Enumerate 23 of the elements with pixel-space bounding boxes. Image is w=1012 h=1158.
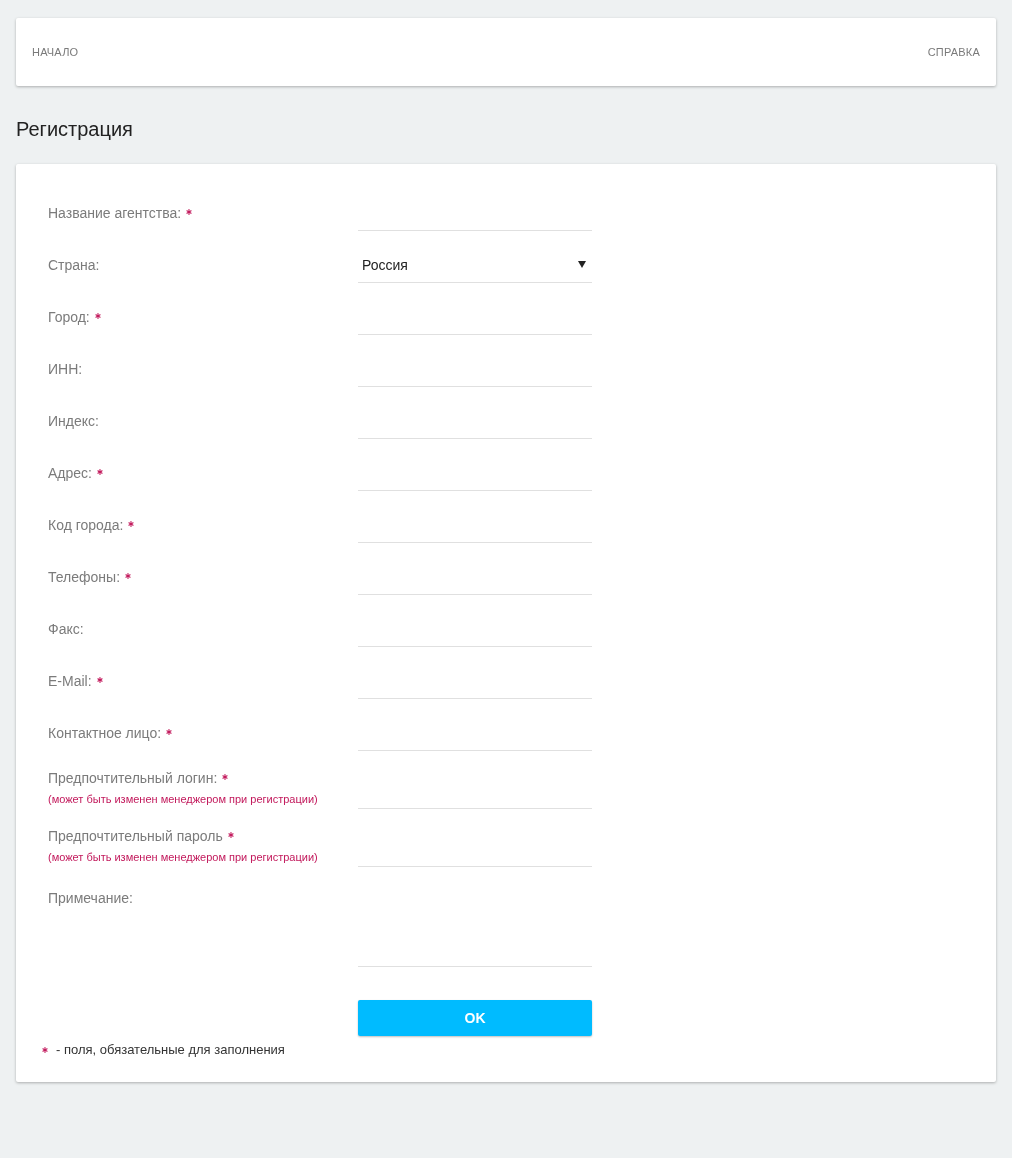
field-label: Примечание: <box>48 889 133 908</box>
field-label: Название агентства: <box>48 204 182 223</box>
caret-icon <box>578 261 586 268</box>
nav-link[interactable]: НАЧАЛО <box>32 46 79 58</box>
field-label: ИНН: <box>48 360 83 379</box>
field-hint: (может быть изменен менеджером при регистрации) <box>48 850 318 865</box>
field-hint: (может быть изменен менеджером при регистрации) <box>48 792 318 807</box>
select-field[interactable]: Россия <box>358 247 592 283</box>
field-label: Предпочтительный пароль <box>48 827 223 846</box>
field-label: E-Mail: <box>48 672 92 691</box>
field-label: Город: <box>48 308 90 327</box>
field-label: Адрес: <box>48 464 92 483</box>
footnote-text: - поля, обязательные для заполнения <box>56 1041 285 1059</box>
field-label: Индекс: <box>48 412 99 431</box>
field-label: Код города: <box>48 516 124 535</box>
field-label: Контактное лицо: <box>48 724 162 743</box>
page-title: Регистрация <box>16 117 133 141</box>
field-label: Предпочтительный логин: <box>48 769 218 788</box>
field-label: Факс: <box>48 620 84 639</box>
field-label: Страна: <box>48 256 100 275</box>
asterisk-icon <box>42 1047 48 1053</box>
nav-link[interactable]: СПРАВКА <box>927 46 980 58</box>
field-label: Телефоны: <box>48 568 121 587</box>
